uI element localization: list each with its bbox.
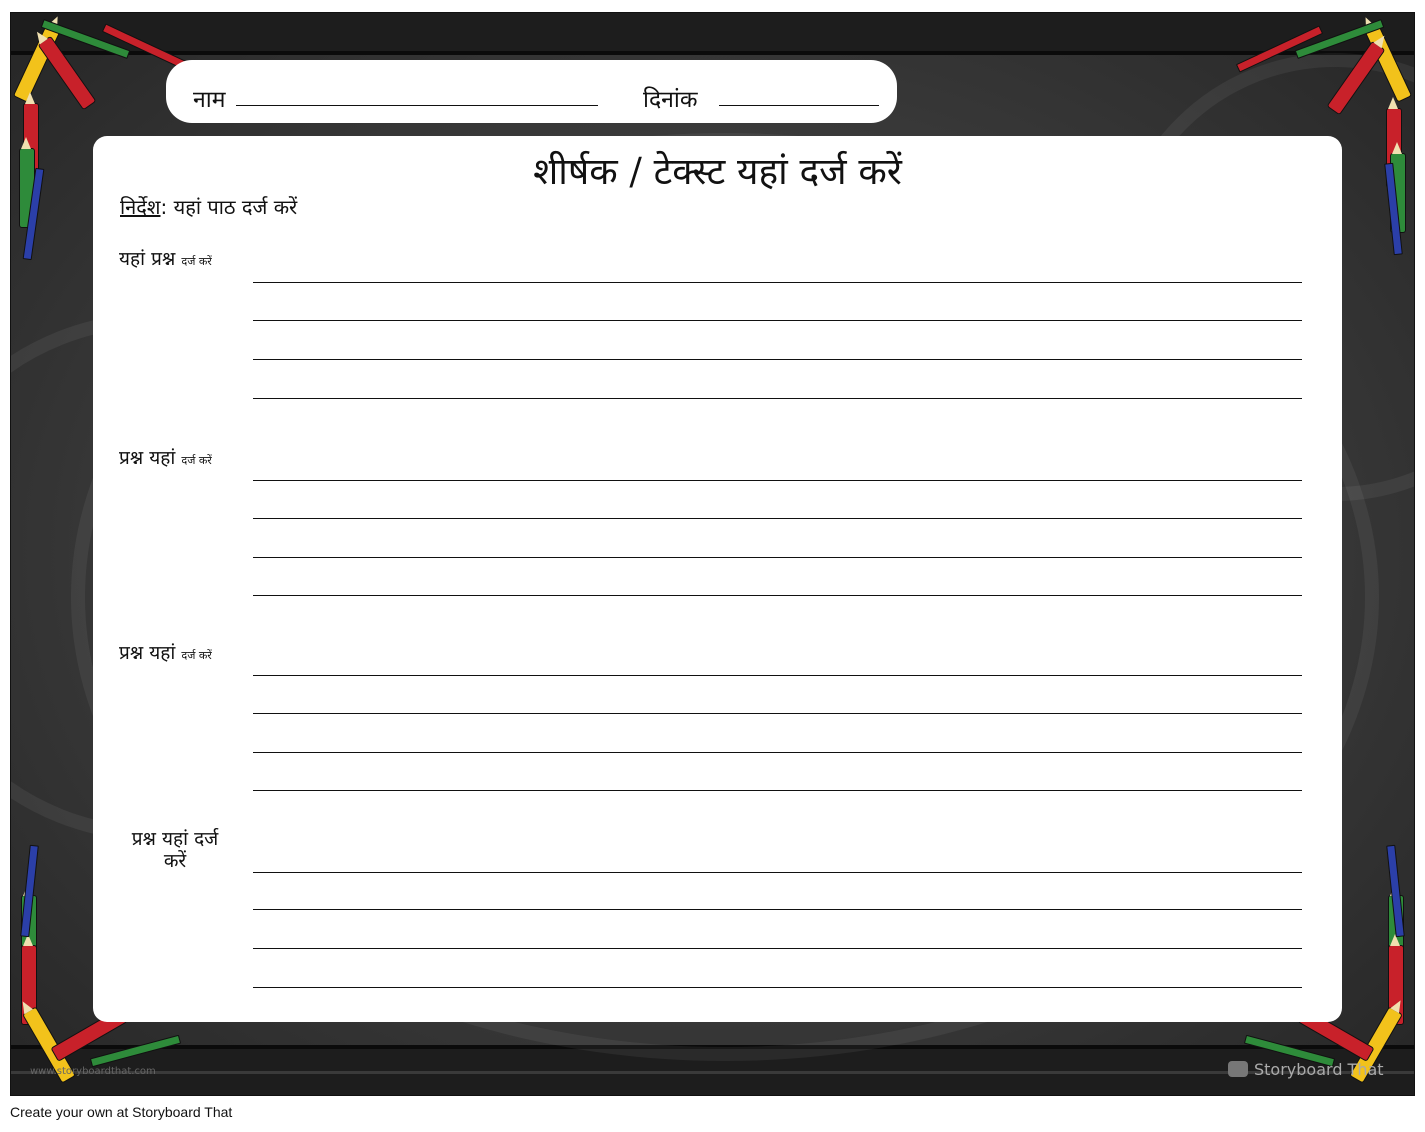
answer-line[interactable] (253, 872, 1302, 873)
date-field-line[interactable] (719, 105, 879, 106)
answer-line[interactable] (253, 320, 1302, 321)
instructions-text: : यहां पाठ दर्ज करें (160, 195, 298, 219)
footer-link[interactable]: Create your own at Storyboard That (10, 1104, 232, 1120)
answer-line[interactable] (253, 398, 1302, 399)
answer-line[interactable] (253, 359, 1302, 360)
watermark-brand: Storyboard That (1254, 1059, 1384, 1079)
instructions-label: निर्देश (120, 195, 161, 219)
answer-line[interactable] (253, 713, 1302, 714)
answer-line[interactable] (253, 282, 1302, 283)
answer-line[interactable] (253, 595, 1302, 596)
crayon (1326, 40, 1386, 116)
question-small-text: दर्ज करें (181, 255, 212, 268)
question-small-text: दर्ज करें (181, 454, 212, 467)
name-field-line[interactable] (236, 105, 598, 106)
question-4: प्रश्न यहां दर्ज करें (119, 828, 231, 872)
worksheet-title: शीर्षक / टेक्स्ट यहां दर्ज करें (533, 150, 902, 193)
question-text: यहां प्रश्न (119, 248, 182, 270)
date-label: दिनांक (643, 87, 698, 113)
instructions: निर्देश: यहां पाठ दर्ज करें (120, 193, 297, 220)
answer-line[interactable] (253, 752, 1302, 753)
question-3: प्रश्न यहां दर्ज करें (119, 642, 212, 667)
answer-line[interactable] (253, 675, 1302, 676)
name-date-box: नाम दिनांक (166, 60, 897, 123)
name-label: नाम (193, 87, 226, 113)
question-small-text: दर्ज करें (181, 649, 212, 662)
question-text: प्रश्न यहां (119, 447, 182, 469)
answer-line[interactable] (253, 518, 1302, 519)
pencil (89, 1034, 182, 1068)
answer-line[interactable] (253, 987, 1302, 988)
crayon (37, 35, 97, 111)
question-text: प्रश्न यहां दर्ज करें (131, 828, 219, 872)
top-band (11, 13, 1414, 55)
watermark-logo: Storyboard That (1228, 1056, 1388, 1082)
speech-bubble-icon (1228, 1061, 1248, 1077)
answer-line[interactable] (253, 909, 1302, 910)
answer-line[interactable] (253, 790, 1302, 791)
answer-line[interactable] (253, 948, 1302, 949)
answer-line[interactable] (253, 480, 1302, 481)
answer-line[interactable] (253, 557, 1302, 558)
worksheet-paper: शीर्षक / टेक्स्ट यहां दर्ज करें निर्देश:… (93, 136, 1342, 1022)
question-text: प्रश्न यहां (119, 642, 182, 664)
question-1: यहां प्रश्न दर्ज करें (119, 248, 212, 273)
question-2: प्रश्न यहां दर्ज करें (119, 447, 212, 472)
watermark-url: www.storyboardthat.com (30, 1066, 156, 1077)
